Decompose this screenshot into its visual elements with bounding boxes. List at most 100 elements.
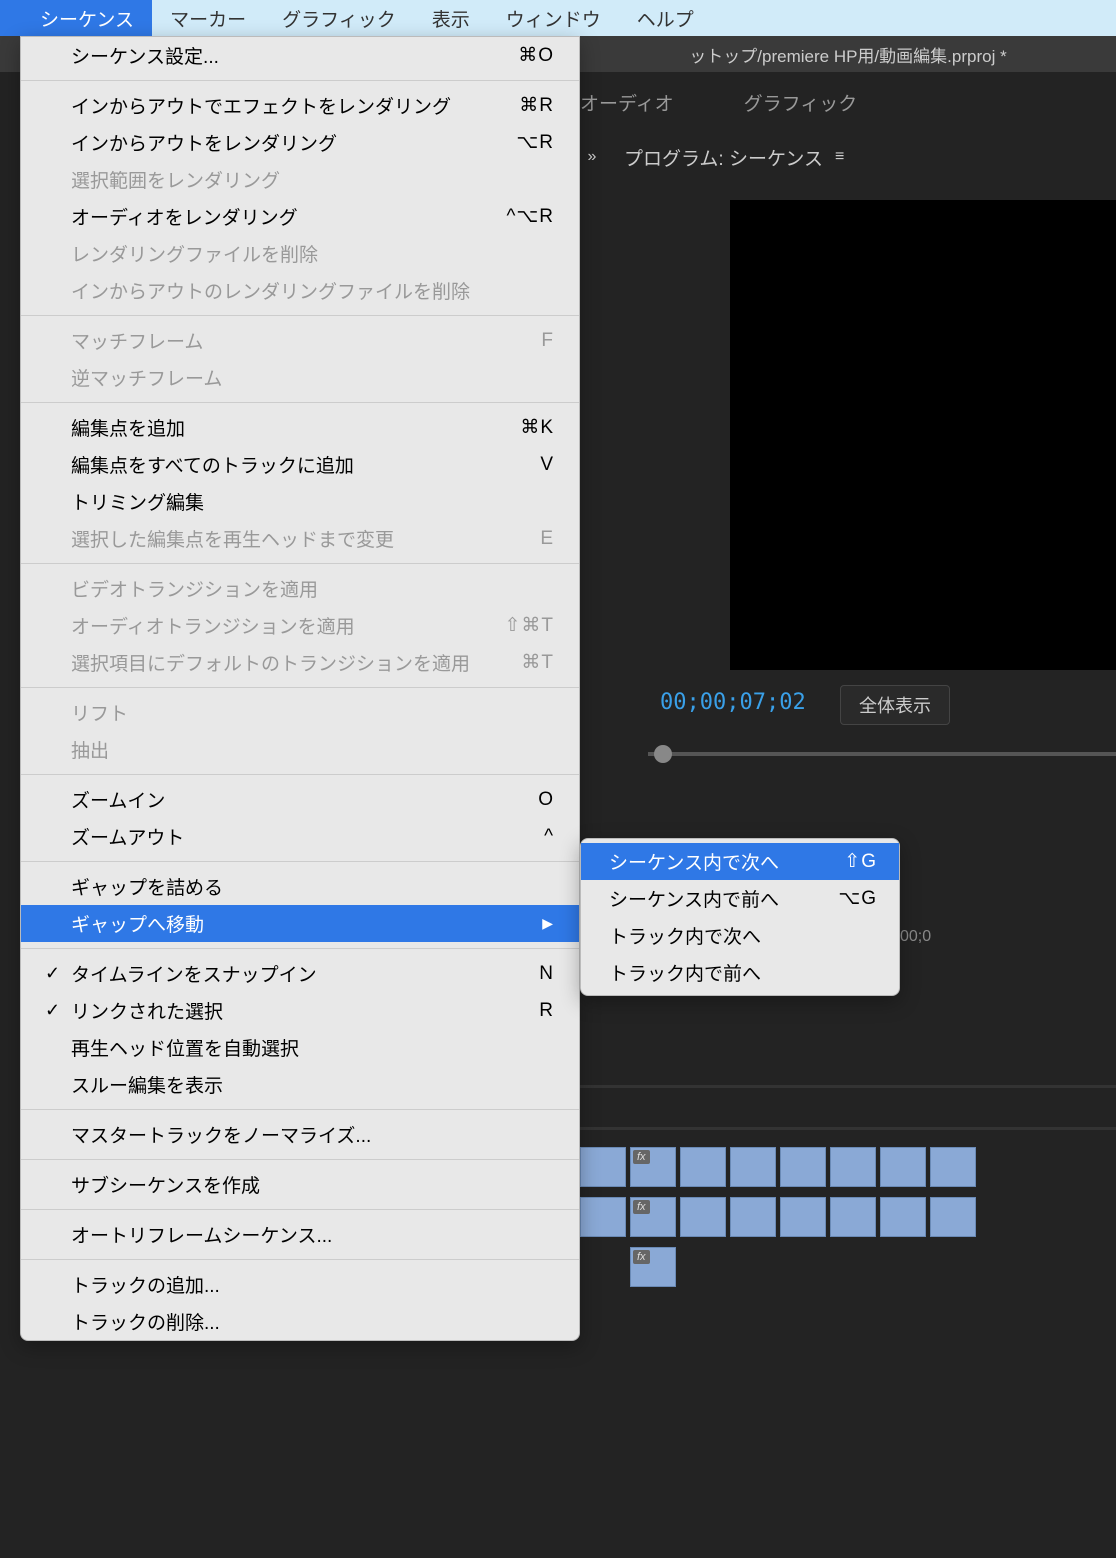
menu-divider — [21, 861, 579, 862]
menu-shortcut: ⇧⌘T — [504, 614, 554, 637]
panel-divider[interactable] — [580, 1127, 1116, 1130]
menu-item[interactable]: ギャップへ移動▶ — [21, 905, 579, 942]
menu-item[interactable]: 編集点を追加⌘K — [21, 409, 579, 446]
menu-item[interactable]: シーケンス設定...⌘O — [21, 37, 579, 74]
menu-item[interactable]: マスタートラックをノーマライズ... — [21, 1116, 579, 1153]
clip[interactable] — [680, 1147, 726, 1187]
menu-item: 選択範囲をレンダリング — [21, 161, 579, 198]
menu-shortcut: ^⌥R — [506, 205, 554, 228]
menu-item[interactable]: オートリフレームシーケンス... — [21, 1216, 579, 1253]
menu-shortcut: F — [541, 330, 554, 352]
menu-item[interactable]: 再生ヘッド位置を自動選択 — [21, 1029, 579, 1066]
menu-shortcut: N — [539, 963, 554, 985]
menu-shortcut: ⌘K — [520, 416, 554, 439]
submenu-item-label: トラック内で前へ — [609, 959, 761, 986]
zoom-slider-track[interactable] — [648, 752, 1116, 756]
clip[interactable] — [780, 1147, 826, 1187]
submenu-item[interactable]: シーケンス内で次へ⇧G — [581, 843, 899, 880]
menu-divider — [21, 774, 579, 775]
clip[interactable] — [730, 1197, 776, 1237]
tab-graphic[interactable]: グラフィック — [744, 89, 858, 116]
menu-item-label: ギャップを詰める — [71, 873, 223, 900]
menu-item[interactable]: サブシーケンスを作成 — [21, 1166, 579, 1203]
menu-item-label: マスタートラックをノーマライズ... — [71, 1121, 371, 1148]
submenu-item[interactable]: トラック内で前へ — [581, 954, 899, 991]
timeline-timecode: 00;0 — [900, 928, 931, 946]
clip[interactable]: fx — [630, 1247, 676, 1287]
menu-shortcut: ⌥G — [838, 887, 877, 910]
menu-item[interactable]: オーディオをレンダリング ^⌥R — [21, 198, 579, 235]
sequence-dropdown-menu: シーケンス設定...⌘Oインからアウトでエフェクトをレンダリング⌘Rインからアウ… — [20, 36, 580, 1341]
menu-item[interactable]: インからアウトをレンダリング⌥R — [21, 124, 579, 161]
program-monitor — [730, 200, 1116, 670]
menu-item[interactable]: ✓タイムラインをスナップインN — [21, 955, 579, 992]
timecode-display[interactable]: 00;00;07;02 — [660, 690, 806, 715]
track-row[interactable]: fx — [580, 1244, 1116, 1290]
menu-sequence[interactable]: シーケンス — [0, 0, 152, 38]
menu-graphic[interactable]: グラフィック — [264, 0, 414, 38]
timeline-tracks[interactable]: fx fx fx — [580, 1144, 1116, 1294]
menu-item[interactable]: ズームアウト^ — [21, 818, 579, 855]
track-row[interactable]: fx — [580, 1194, 1116, 1240]
menu-item-label: オートリフレームシーケンス... — [71, 1221, 332, 1248]
clip[interactable]: fx — [630, 1197, 676, 1237]
menu-item[interactable]: トラックの追加... — [21, 1266, 579, 1303]
menu-item-label: 逆マッチフレーム — [71, 364, 222, 391]
chevron-right-icon[interactable]: » — [580, 145, 604, 169]
menu-item[interactable]: ズームインO — [21, 781, 579, 818]
menu-item: 抽出 — [21, 731, 579, 768]
submenu-arrow-icon: ▶ — [542, 915, 554, 932]
menu-item: ビデオトランジションを適用 — [21, 570, 579, 607]
submenu-item-label: シーケンス内で前へ — [609, 885, 779, 912]
menu-item-label: リンクされた選択 — [71, 997, 223, 1024]
menu-marker[interactable]: マーカー — [152, 0, 264, 38]
clip[interactable] — [880, 1197, 926, 1237]
menu-divider — [21, 402, 579, 403]
menu-item-label: 再生ヘッド位置を自動選択 — [71, 1034, 299, 1061]
panel-divider[interactable] — [580, 1085, 1116, 1088]
clip[interactable] — [830, 1147, 876, 1187]
track-row[interactable]: fx — [580, 1144, 1116, 1190]
menu-view[interactable]: 表示 — [414, 0, 488, 38]
clip[interactable] — [930, 1197, 976, 1237]
menu-item-label: サブシーケンスを作成 — [71, 1171, 260, 1198]
zoom-slider-thumb[interactable] — [654, 745, 672, 763]
gap-submenu: シーケンス内で次へ⇧G シーケンス内で前へ ⌥G トラック内で次へトラック内で前へ — [580, 838, 900, 996]
fx-badge: fx — [633, 1150, 650, 1164]
menu-divider — [21, 80, 579, 81]
menu-item-label: 選択範囲をレンダリング — [71, 166, 280, 193]
clip[interactable] — [780, 1197, 826, 1237]
program-panel-title: プログラム: シーケンス — [624, 144, 823, 171]
clip[interactable] — [880, 1147, 926, 1187]
panel-menu-icon[interactable]: ≡ — [835, 148, 844, 166]
menu-item-label: オーディオをレンダリング — [71, 203, 298, 230]
tab-audio[interactable]: オーディオ — [580, 89, 674, 116]
menu-window[interactable]: ウィンドウ — [488, 0, 619, 38]
menu-item[interactable]: ギャップを詰める — [21, 868, 579, 905]
menu-item[interactable]: スルー編集を表示 — [21, 1066, 579, 1103]
clip[interactable] — [680, 1197, 726, 1237]
menu-item-label: トラックの削除... — [71, 1308, 220, 1335]
menu-item[interactable]: ✓リンクされた選択R — [21, 992, 579, 1029]
menu-item-label: スルー編集を表示 — [71, 1071, 223, 1098]
menu-item: マッチフレームF — [21, 322, 579, 359]
menu-item[interactable]: 編集点をすべてのトラックに追加V — [21, 446, 579, 483]
clip[interactable] — [930, 1147, 976, 1187]
clip[interactable] — [730, 1147, 776, 1187]
submenu-item[interactable]: トラック内で次へ — [581, 917, 899, 954]
submenu-item-label: トラック内で次へ — [609, 922, 761, 949]
menu-item: リフト — [21, 694, 579, 731]
menu-help[interactable]: ヘルプ — [619, 0, 712, 38]
menu-item-label: インからアウトをレンダリング — [71, 129, 337, 156]
menu-divider — [21, 1109, 579, 1110]
submenu-item[interactable]: シーケンス内で前へ ⌥G — [581, 880, 899, 917]
menu-item[interactable]: トリミング編集 — [21, 483, 579, 520]
clip[interactable] — [580, 1147, 626, 1187]
menu-shortcut: ⌘R — [519, 94, 554, 117]
fit-button[interactable]: 全体表示 — [840, 685, 950, 725]
clip[interactable] — [830, 1197, 876, 1237]
menu-item[interactable]: トラックの削除... — [21, 1303, 579, 1340]
clip[interactable] — [580, 1197, 626, 1237]
clip[interactable]: fx — [630, 1147, 676, 1187]
menu-item[interactable]: インからアウトでエフェクトをレンダリング⌘R — [21, 87, 579, 124]
